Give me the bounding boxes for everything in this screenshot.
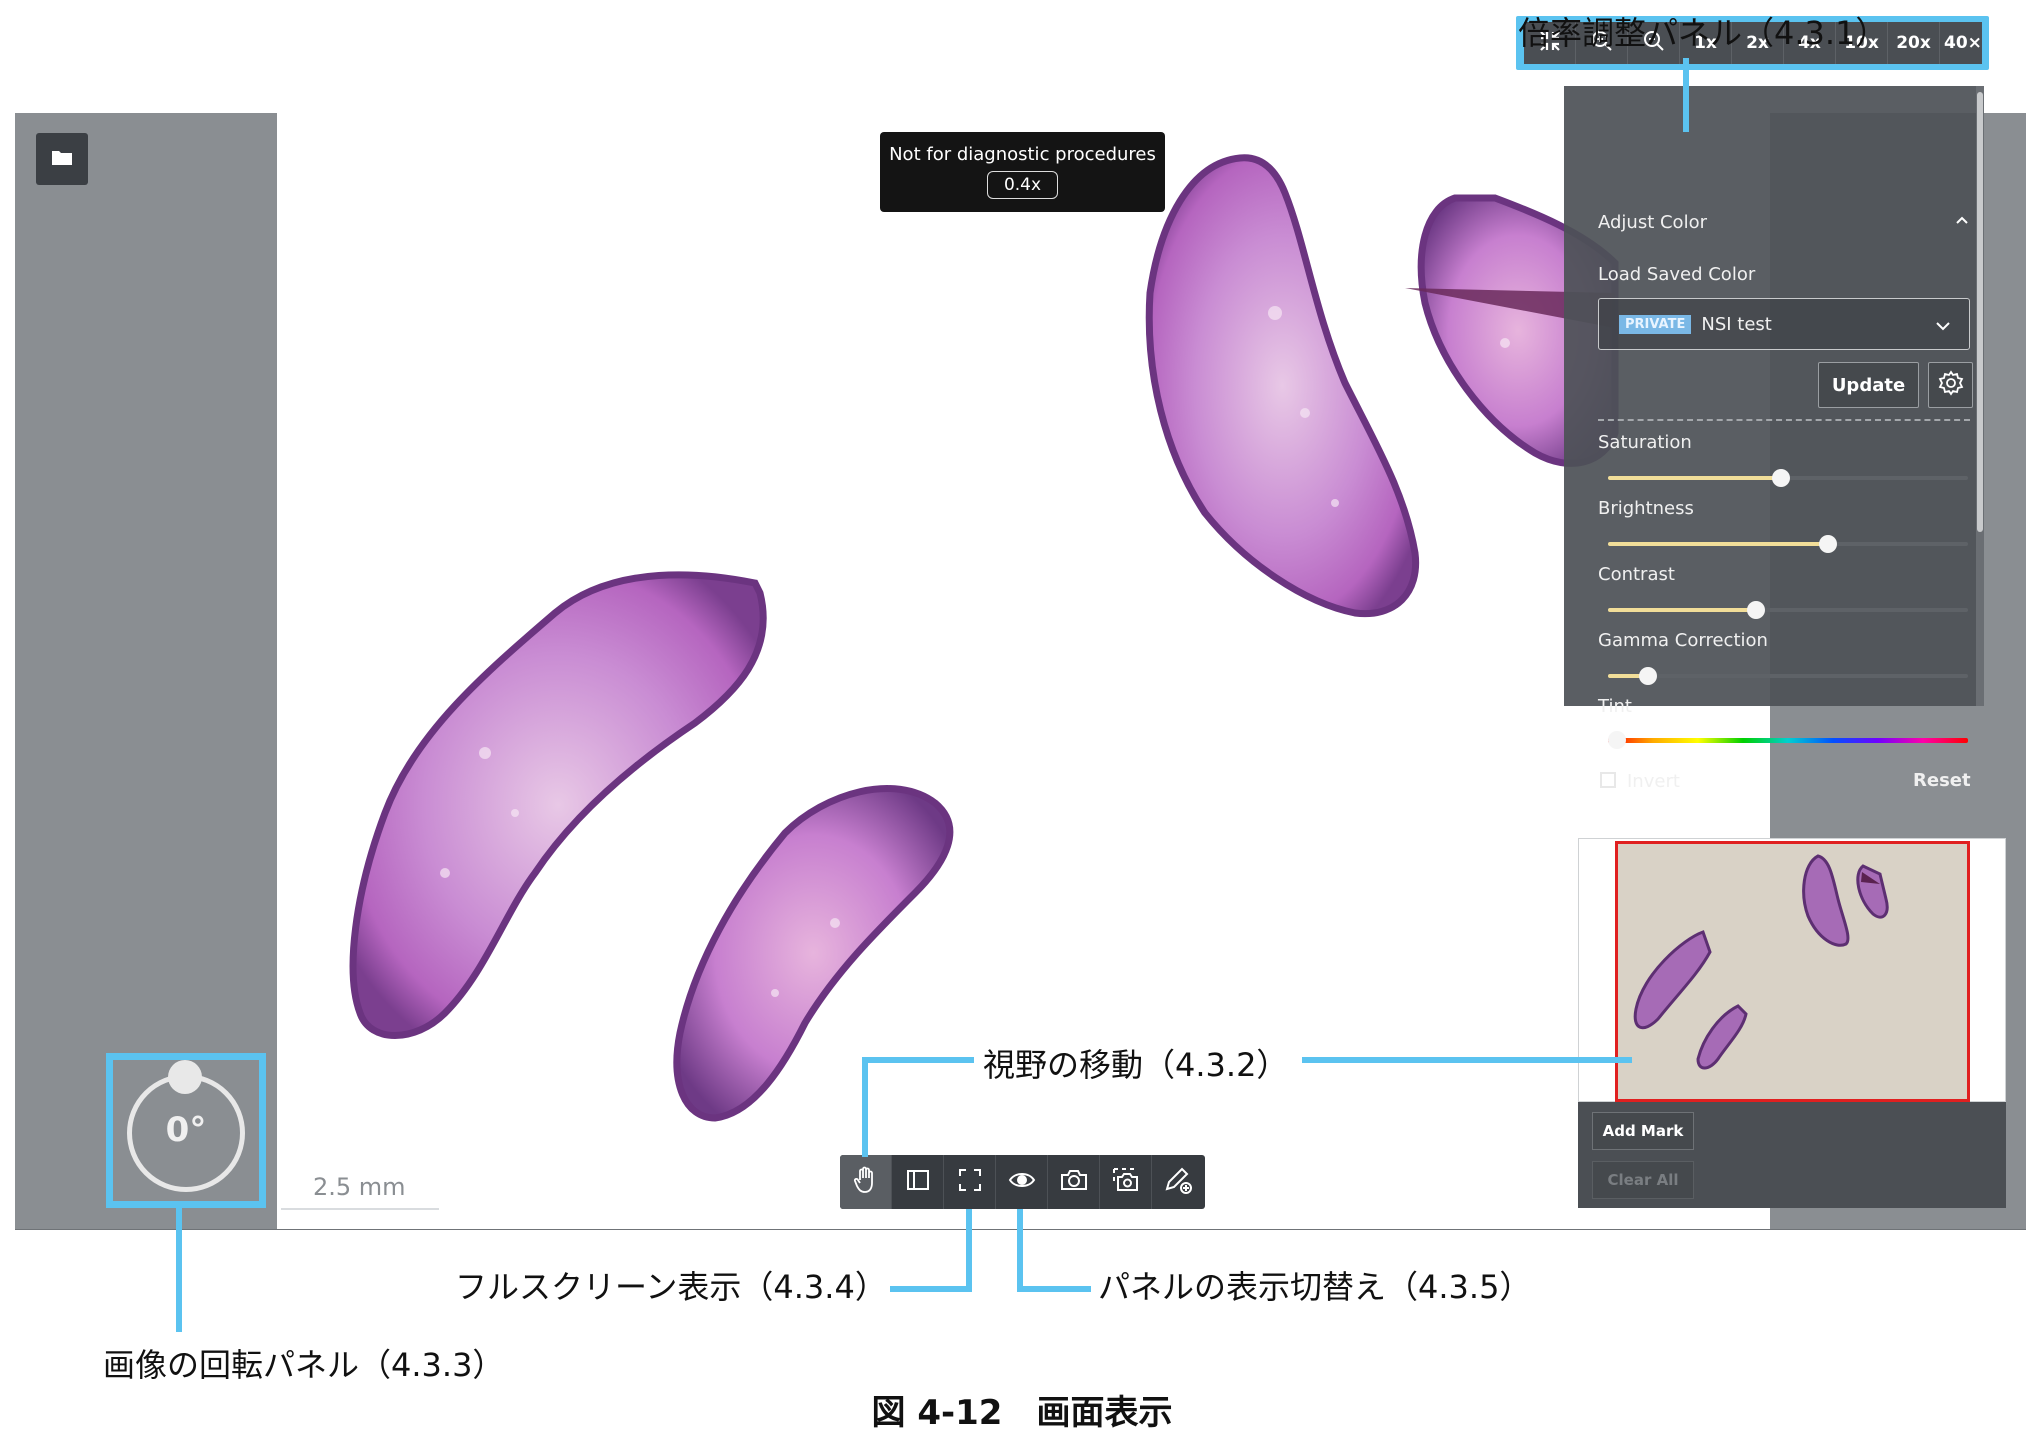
tissue-section-2 — [673, 785, 954, 1122]
load-saved-color-label: Load Saved Color — [1598, 264, 1756, 285]
slider-knob[interactable] — [1638, 667, 1657, 685]
callout-line-fullscreen-v — [966, 1209, 972, 1292]
rotation-knob[interactable] — [168, 1060, 202, 1094]
slider-saturation[interactable] — [1608, 469, 1968, 487]
callout-panel-toggle: パネルの表示切替え（4.3.5） — [1098, 1268, 1532, 1306]
slider-label-contrast: Contrast — [1598, 564, 1675, 585]
zoom-20x-button[interactable]: 20x — [1888, 22, 1940, 64]
gear-icon — [1938, 370, 1964, 400]
bottom-toolbar — [840, 1155, 1205, 1209]
color-settings-button[interactable] — [1928, 362, 1973, 408]
collapse-panel-button[interactable] — [1955, 210, 1969, 229]
tissue-section-3 — [1145, 154, 1420, 618]
reset-button[interactable]: Reset — [1913, 770, 1971, 791]
adjust-color-panel — [1564, 86, 1984, 706]
folder-button[interactable] — [36, 133, 88, 185]
callout-move-view: 視野の移動（4.3.2） — [983, 1046, 1289, 1084]
annotation-button[interactable] — [1152, 1155, 1204, 1209]
invert-label: Invert — [1627, 771, 1680, 792]
sidebar-toggle-button[interactable] — [892, 1155, 944, 1209]
panel-scrollbar-thumb[interactable] — [1977, 92, 1983, 532]
tint-slider-knob[interactable] — [1608, 731, 1626, 749]
update-button[interactable]: Update — [1818, 362, 1919, 408]
slider-fill — [1608, 476, 1781, 480]
slider-knob[interactable] — [1746, 601, 1765, 619]
current-zoom-badge: 0.4x — [986, 171, 1059, 199]
selected-color-name: NSI test — [1701, 313, 1772, 335]
panel-title: Adjust Color — [1598, 212, 1707, 233]
hand-icon — [853, 1166, 879, 1198]
fullscreen-icon — [958, 1168, 982, 1196]
clear-all-button[interactable]: Clear All — [1592, 1161, 1694, 1199]
sidebar-icon — [906, 1169, 930, 1195]
diagnostic-notice: Not for diagnostic procedures 0.4x — [880, 132, 1165, 212]
minimap-thumbnail — [1633, 854, 1889, 1070]
slider-label-brightness: Brightness — [1598, 498, 1694, 519]
callout-line-move-left — [862, 1057, 974, 1063]
callout-rotation-panel: 画像の回転パネル（4.3.3） — [103, 1346, 505, 1384]
callout-line-zoom — [1683, 58, 1689, 132]
rotation-angle: 0° — [165, 1110, 207, 1150]
slider-brightness[interactable] — [1608, 535, 1968, 553]
slider-fill — [1608, 608, 1756, 612]
tint-label: Tint — [1598, 696, 1632, 717]
callout-line-move-right — [1302, 1057, 1632, 1063]
pen-plus-icon — [1163, 1165, 1193, 1199]
slider-fill — [1608, 542, 1828, 546]
scale-bar-label: 2.5 mm — [313, 1173, 406, 1201]
add-mark-button[interactable]: Add Mark — [1592, 1112, 1694, 1150]
slider-label-gamma-correction: Gamma Correction — [1598, 630, 1768, 651]
tint-track — [1608, 738, 1968, 743]
panel-visibility-button[interactable] — [996, 1155, 1048, 1209]
slider-knob[interactable] — [1818, 535, 1837, 553]
invert-checkbox[interactable] — [1600, 772, 1616, 788]
folder-icon — [51, 148, 73, 170]
callout-line-move-down — [862, 1057, 868, 1157]
callout-line-rotation — [176, 1208, 182, 1332]
saved-color-select[interactable]: PRIVATE NSI test — [1598, 298, 1970, 350]
scale-bar — [281, 1208, 439, 1210]
figure-caption: 図 4-12 画面表示 — [871, 1393, 1173, 1433]
pan-button[interactable] — [840, 1155, 892, 1209]
slider-contrast[interactable] — [1608, 601, 1968, 619]
tint-slider[interactable] — [1608, 731, 1968, 749]
callout-zoom-panel: 倍率調整パネル（4.3.1） — [1518, 14, 1888, 52]
callout-fullscreen: フルスクリーン表示（4.3.4） — [455, 1268, 887, 1306]
callout-line-toggle-h — [1017, 1286, 1091, 1292]
slider-knob[interactable] — [1771, 469, 1790, 487]
callout-line-toggle-v — [1017, 1209, 1023, 1292]
chevron-up-icon — [1955, 210, 1969, 229]
panel-divider — [1598, 419, 1970, 421]
region-capture-button[interactable] — [1100, 1155, 1152, 1209]
minimap-viewport-frame[interactable] — [1615, 841, 1970, 1102]
snapshot-button[interactable] — [1048, 1155, 1100, 1209]
fullscreen-button[interactable] — [944, 1155, 996, 1209]
slider-gamma-correction[interactable] — [1608, 667, 1968, 685]
chevron-down-icon — [1935, 316, 1951, 335]
zoom-40x-button[interactable]: 40× — [1940, 22, 1982, 64]
eye-icon — [1008, 1170, 1036, 1194]
region-capture-icon — [1112, 1167, 1140, 1197]
camera-icon — [1060, 1168, 1088, 1196]
slider-label-saturation: Saturation — [1598, 432, 1692, 453]
notice-text: Not for diagnostic procedures — [889, 144, 1156, 165]
private-badge: PRIVATE — [1619, 314, 1692, 334]
callout-line-fullscreen-h — [890, 1286, 972, 1292]
